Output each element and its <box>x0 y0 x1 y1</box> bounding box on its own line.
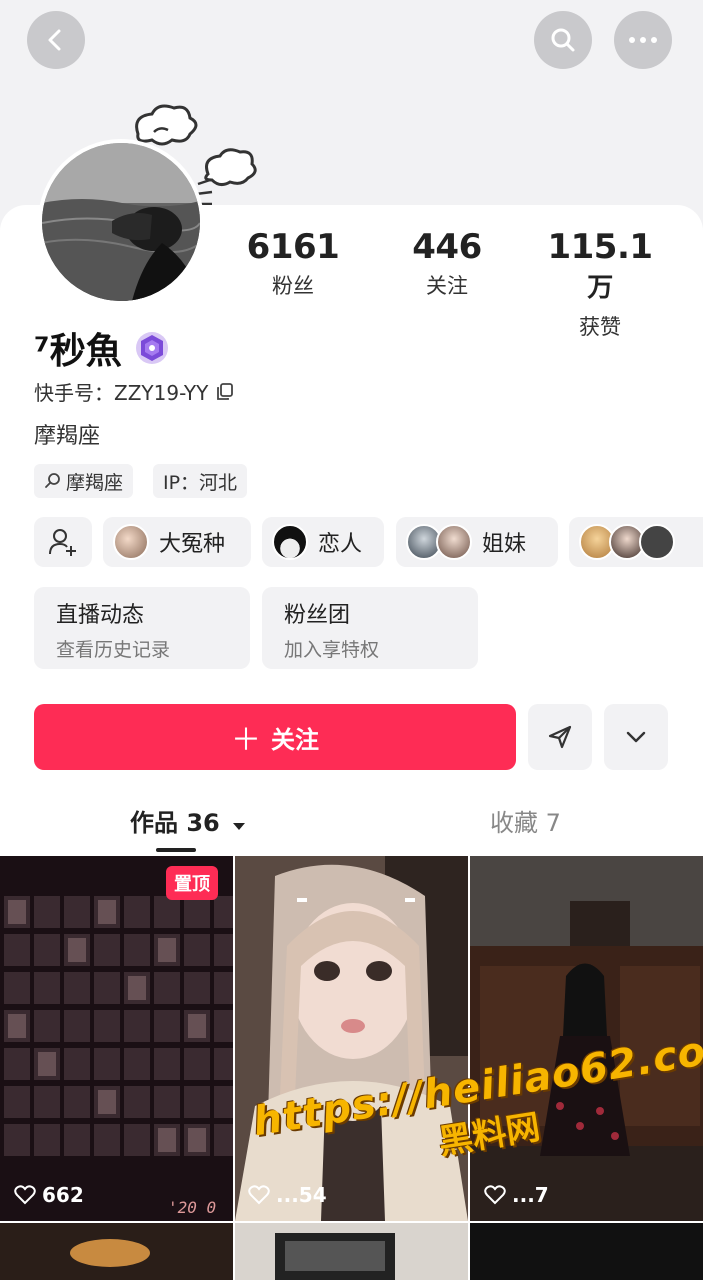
group-label: 恋人 <box>318 532 363 557</box>
heart-icon <box>484 1185 506 1205</box>
video-1-likes: 662 <box>14 1183 84 1207</box>
stat-followers[interactable]: 6161 粉丝 <box>228 228 358 300</box>
group-label: 姐妹 <box>482 532 527 557</box>
fan-club-box[interactable]: 粉丝团 加入享特权 <box>262 587 478 669</box>
followers-count: 6161 <box>246 227 340 267</box>
stat-likes[interactable]: 115.1万 获赞 <box>535 228 665 341</box>
following-count: 446 <box>412 227 482 267</box>
group-avatar <box>436 524 472 560</box>
follow-button[interactable]: ＋ 关注 <box>34 704 516 770</box>
plus-icon: ＋ <box>231 723 261 758</box>
likes-count-label: ...7 <box>512 1183 549 1207</box>
group-chip-4[interactable] <box>569 517 703 567</box>
fan-club-subtitle: 加入享特权 <box>284 639 380 661</box>
more-button[interactable] <box>614 11 672 69</box>
live-history-title: 直播动态 <box>56 603 145 628</box>
name-row: ⁷秒魚 <box>34 322 170 374</box>
chevron-left-icon <box>48 29 61 51</box>
tab-indicator <box>156 848 196 852</box>
avatar[interactable] <box>38 139 204 305</box>
message-button[interactable] <box>528 704 592 770</box>
video-thumbnail-1[interactable]: '20 0 <box>0 856 233 1221</box>
level-badge-icon[interactable] <box>134 330 170 366</box>
group-chip-2[interactable]: 恋人 <box>262 517 384 567</box>
tag-zodiac[interactable]: 摩羯座 <box>34 464 134 498</box>
group-label: 大冤种 <box>159 532 226 557</box>
bio-text: 摩羯座 <box>34 424 101 449</box>
tab-works[interactable]: 作品 36 <box>130 803 246 838</box>
video-3-likes: ...7 <box>484 1183 549 1207</box>
tag-zodiac-label: 摩羯座 <box>66 471 124 494</box>
copy-icon[interactable] <box>216 382 234 401</box>
stat-following[interactable]: 446 关注 <box>382 228 512 300</box>
likes-count-label: 662 <box>42 1183 84 1207</box>
video-thumbnail-5[interactable] <box>235 1223 468 1280</box>
tag-ip: IP：河北 <box>153 464 248 498</box>
followers-label: 粉丝 <box>272 274 314 298</box>
kuaishou-id-row[interactable]: 快手号：ZZY19-YY <box>34 377 234 406</box>
kuaishou-id: 快手号：ZZY19-YY <box>34 381 209 405</box>
search-icon <box>551 28 575 52</box>
send-icon <box>548 725 572 749</box>
video-overlay-text: '20 0 <box>168 1198 216 1217</box>
tab-favorites-label: 收藏 7 <box>490 809 561 837</box>
live-history-subtitle: 查看历史记录 <box>56 639 171 661</box>
pinned-badge: 置顶 <box>166 866 218 900</box>
tab-works-label: 作品 36 <box>130 809 220 837</box>
chevron-down-icon <box>626 731 646 743</box>
more-dots-icon <box>629 37 657 43</box>
following-label: 关注 <box>426 274 468 298</box>
search-button[interactable] <box>534 11 592 69</box>
heart-icon <box>14 1185 36 1205</box>
video-thumbnail-6[interactable] <box>470 1223 703 1280</box>
group-avatar <box>272 524 308 560</box>
avatar-image <box>42 143 200 301</box>
expand-button[interactable] <box>604 704 668 770</box>
group-chip-3[interactable]: 姐妹 <box>396 517 558 567</box>
likes-label: 获赞 <box>579 315 621 339</box>
follow-label: 关注 <box>271 725 319 754</box>
group-avatar <box>639 524 675 560</box>
group-avatar <box>113 524 149 560</box>
fan-club-title: 粉丝团 <box>284 603 351 628</box>
profile-name: ⁷秒魚 <box>34 331 122 372</box>
likes-count: 115.1万 <box>547 227 653 303</box>
add-friend-button[interactable] <box>34 517 92 567</box>
tag-ip-label: IP：河北 <box>163 471 238 494</box>
caret-down-icon <box>233 823 246 830</box>
group-chip-1[interactable]: 大冤种 <box>103 517 251 567</box>
tab-favorites[interactable]: 收藏 7 <box>490 803 561 838</box>
back-button[interactable] <box>27 11 85 69</box>
live-history-box[interactable]: 直播动态 查看历史记录 <box>34 587 250 669</box>
video-thumbnail-4[interactable] <box>0 1223 233 1280</box>
search-tag-icon <box>45 473 60 488</box>
add-user-icon <box>49 529 76 556</box>
